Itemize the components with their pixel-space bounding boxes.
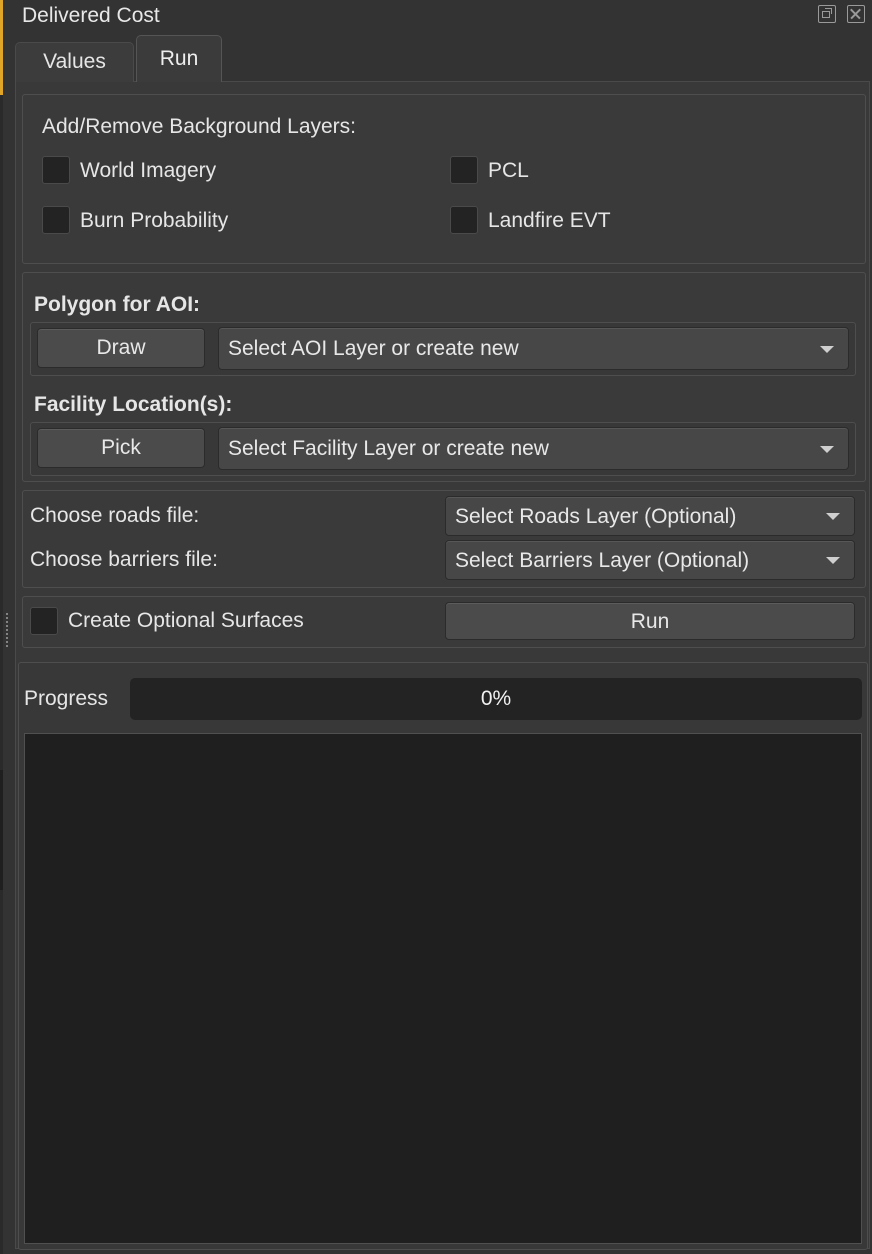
roads-layer-select-value: Select Roads Layer (Optional) bbox=[455, 505, 737, 528]
float-icon[interactable] bbox=[818, 5, 836, 23]
chevron-down-icon bbox=[826, 513, 840, 520]
log-output[interactable] bbox=[24, 733, 862, 1244]
barriers-file-label: Choose barriers file: bbox=[30, 548, 218, 571]
chevron-down-icon bbox=[826, 557, 840, 564]
title-bar: Delivered Cost bbox=[10, 0, 872, 32]
roads-file-label: Choose roads file: bbox=[30, 504, 200, 527]
dock-edge-dark bbox=[0, 770, 3, 890]
progress-bar: 0% bbox=[130, 678, 862, 720]
pcl-checkbox[interactable] bbox=[450, 156, 478, 184]
facility-heading: Facility Location(s): bbox=[34, 393, 233, 416]
tab-run[interactable]: Run bbox=[136, 35, 222, 82]
dock-edge bbox=[0, 95, 3, 1254]
facility-layer-select[interactable]: Select Facility Layer or create new bbox=[218, 427, 849, 470]
run-button[interactable]: Run bbox=[445, 602, 855, 640]
roads-layer-select[interactable]: Select Roads Layer (Optional) bbox=[445, 496, 855, 536]
optional-surfaces-label: Create Optional Surfaces bbox=[68, 609, 304, 632]
landfire-evt-label: Landfire EVT bbox=[488, 209, 611, 232]
chevron-down-icon bbox=[820, 345, 834, 353]
world-imagery-label: World Imagery bbox=[80, 159, 217, 182]
chevron-down-icon bbox=[820, 445, 834, 453]
delivered-cost-panel: Delivered Cost Values Run Add/Remove Bac… bbox=[0, 0, 872, 1254]
burn-probability-checkbox[interactable] bbox=[42, 206, 70, 234]
dock-accent-bar bbox=[0, 0, 3, 95]
pick-button[interactable]: Pick bbox=[37, 428, 205, 468]
close-icon[interactable] bbox=[847, 5, 865, 23]
progress-value: 0% bbox=[480, 687, 512, 710]
aoi-layer-select-value: Select AOI Layer or create new bbox=[228, 337, 519, 360]
barriers-layer-select-value: Select Barriers Layer (Optional) bbox=[455, 549, 750, 572]
optional-surfaces-checkbox[interactable] bbox=[30, 607, 58, 635]
aoi-layer-select[interactable]: Select AOI Layer or create new bbox=[218, 327, 849, 370]
facility-layer-select-value: Select Facility Layer or create new bbox=[228, 437, 549, 460]
burn-probability-label: Burn Probability bbox=[80, 209, 229, 232]
splitter-handle[interactable] bbox=[5, 612, 9, 648]
landfire-evt-checkbox[interactable] bbox=[450, 206, 478, 234]
aoi-heading: Polygon for AOI: bbox=[34, 293, 201, 316]
draw-button[interactable]: Draw bbox=[37, 328, 205, 368]
tab-values[interactable]: Values bbox=[15, 42, 134, 82]
pcl-label: PCL bbox=[488, 159, 529, 182]
panel-title: Delivered Cost bbox=[22, 4, 160, 27]
background-layers-heading: Add/Remove Background Layers: bbox=[42, 115, 357, 138]
world-imagery-checkbox[interactable] bbox=[42, 156, 70, 184]
barriers-layer-select[interactable]: Select Barriers Layer (Optional) bbox=[445, 540, 855, 580]
progress-label: Progress bbox=[24, 687, 109, 710]
